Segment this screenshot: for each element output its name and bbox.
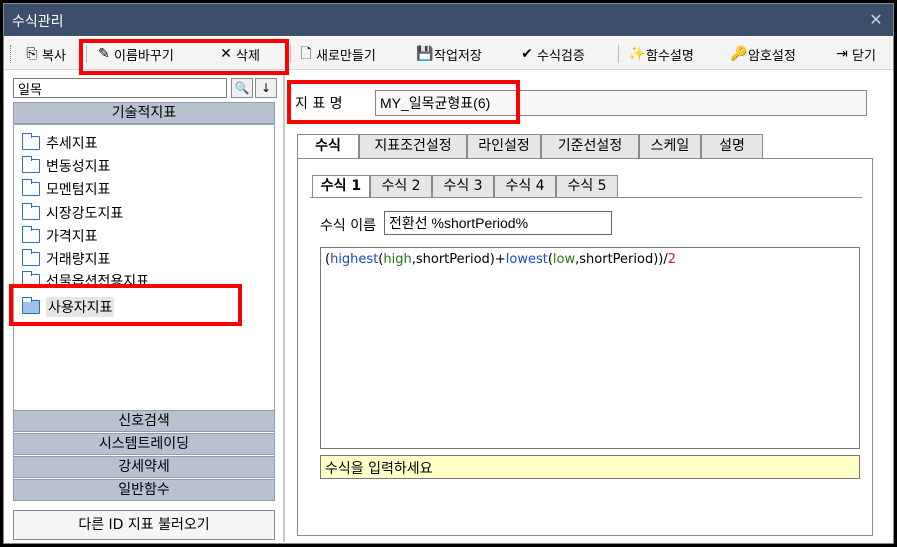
tab-condition[interactable]: 지표조건설정 [359,134,467,158]
folder-icon [22,133,40,150]
tree-item[interactable]: 가격지표 [22,226,98,246]
folder-icon [22,271,40,288]
formula-function: lowest [505,252,548,267]
formula-hint: 수식을 입력하세요 [320,455,860,479]
rename-icon: ✎ [98,46,110,62]
formula-token: ,shortPeriod))/ [575,252,668,267]
subtab-formula-1[interactable]: 수식 1 [312,175,370,197]
copy-button[interactable]: ⎘ 복사 [24,43,66,65]
import-other-id-button[interactable]: 다른 ID 지표 불러오기 [13,510,275,540]
formula-name-label: 수식 이름 [320,218,376,234]
tree-item[interactable]: 변동성지표 [22,156,110,176]
subtab-formula-2[interactable]: 수식 2 [370,175,432,197]
formula-variable: low [552,252,576,267]
formula-token: ,shortPeriod)+ [411,252,506,267]
close-icon[interactable]: ✕ [865,9,887,31]
folder-icon [22,203,40,220]
tree-item[interactable]: 모멘텀지표 [22,179,110,199]
formula-editor[interactable]: (highest(high,shortPeriod)+lowest(low,sh… [320,247,860,449]
folder-icon [22,249,40,266]
checkmark-icon: ✔ [521,46,533,62]
tree-item[interactable]: 시장강도지표 [22,203,123,223]
verify-button[interactable]: ✔ 수식검증 [519,43,585,65]
system-trading-section[interactable]: 시스템트레이딩 [13,433,275,455]
tab-scale[interactable]: 스케일 [639,134,701,158]
arrow-down-icon[interactable]: ↓ [255,78,277,98]
subtab-formula-4[interactable]: 수식 4 [494,175,556,197]
folder-icon [22,156,40,173]
open-folder-icon [22,297,40,314]
tree-item[interactable]: 추세지표 [22,133,98,153]
search-input[interactable] [13,78,227,98]
indicator-name-field[interactable] [375,90,867,116]
title-bar: 수식관리 ✕ [4,4,893,36]
right-panel: 지 표 명 수식 지표조건설정 라인설정 기준선설정 스케일 설명 수식 1 수… [287,74,887,542]
copy-icon: ⎘ [26,46,38,62]
toolbar-separator [86,45,87,63]
indicator-name-label: 지 표 명 [295,96,343,112]
general-functions-section[interactable]: 일반함수 [13,479,275,501]
new-button[interactable]: 🗋 새로만들기 [298,43,376,65]
delete-icon: ✕ [220,46,232,62]
function-desc-label: 함수설명 [646,48,694,64]
tab-line[interactable]: 라인설정 [467,134,541,158]
toolbar: ⎘ 복사 ✎ 이름바꾸기 ✕ 삭제 🗋 새로만들기 💾 작업저장 ✔ 수식검증 … [4,37,893,70]
folder-icon [22,179,40,196]
password-label: 암호설정 [748,48,796,64]
tab-formula[interactable]: 수식 [297,134,359,160]
rename-label: 이름바꾸기 [114,48,174,64]
tree-item-label: 선물옵션전용지표 [46,274,150,290]
formula-name-input[interactable] [384,211,612,235]
formula-tab-body: 수식 1 수식 2 수식 3 수식 4 수식 5 수식 이름 (highest(… [297,158,873,536]
left-panel: 🔍 ↓ 기술적지표 추세지표 변동성지표 모멘텀지표 시장강도지표 가격지 [9,74,279,542]
technical-indicators-header[interactable]: 기술적지표 [13,102,275,124]
folder-icon [22,226,40,243]
subtab-formula-3[interactable]: 수식 3 [432,175,494,197]
save-icon: 💾 [416,46,434,62]
tree-item[interactable]: 선물옵션전용지표 [22,271,149,291]
close-label: 닫기 [852,48,876,64]
subtab-formula-5[interactable]: 수식 5 [556,175,618,197]
save-button[interactable]: 💾 작업저장 [416,43,482,65]
delete-button[interactable]: ✕ 삭제 [218,43,260,65]
exit-icon: ⇥ [836,46,848,62]
tree-item[interactable]: 거래량지표 [22,249,110,269]
key-icon: 🔑 [730,46,748,62]
window-title: 수식관리 [12,14,64,30]
panel-divider[interactable] [283,74,285,542]
magic-wand-icon: ✨ [628,46,646,62]
tree-item-label: 추세지표 [46,136,98,152]
formula-variable: high [383,252,412,267]
tab-description[interactable]: 설명 [701,134,763,158]
new-document-icon: 🗋 [300,46,312,62]
save-label: 작업저장 [434,48,482,64]
toolbar-grip [10,45,13,63]
subtab-divider [310,197,862,198]
verify-label: 수식검증 [537,48,585,64]
delete-label: 삭제 [236,48,260,64]
tree-item-label: 시장강도지표 [46,206,124,222]
function-desc-button[interactable]: ✨ 함수설명 [628,43,694,65]
close-button[interactable]: ⇥ 닫기 [834,43,876,65]
password-button[interactable]: 🔑 암호설정 [730,43,796,65]
formula-manager-window: 수식관리 ✕ ⎘ 복사 ✎ 이름바꾸기 ✕ 삭제 🗋 새로만들기 💾 작업저장 … [3,3,894,544]
tree-item-label: 변동성지표 [46,159,111,175]
tree-item-label: 사용자지표 [46,297,115,317]
rename-button[interactable]: ✎ 이름바꾸기 [96,43,174,65]
signal-search-section[interactable]: 신호검색 [13,410,275,432]
tree-item-label: 모멘텀지표 [46,182,111,198]
search-icon[interactable]: 🔍 [231,78,253,98]
tree-item-user-indicators[interactable]: 사용자지표 [22,297,115,317]
formula-function: highest [330,252,379,267]
tree-item-label: 거래량지표 [46,252,111,268]
formula-number: 2 [667,252,677,267]
toolbar-separator [618,45,619,63]
copy-label: 복사 [42,48,66,64]
tab-baseline[interactable]: 기준선설정 [541,134,639,158]
tree-item-label: 가격지표 [46,229,98,245]
new-label: 새로만들기 [316,48,376,64]
bull-bear-section[interactable]: 강세약세 [13,456,275,478]
toolbar-separator [290,45,291,63]
